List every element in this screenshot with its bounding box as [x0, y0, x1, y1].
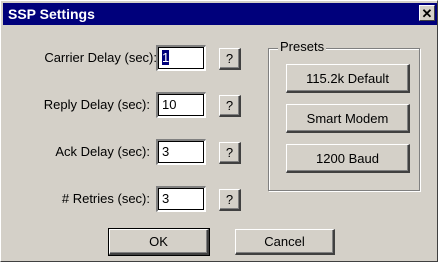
- carrier-delay-field[interactable]: 1: [156, 45, 206, 71]
- window-title: SSP Settings: [8, 6, 95, 22]
- ack-delay-value: 3: [162, 144, 170, 159]
- retries-label: # Retries (sec):: [61, 191, 150, 206]
- reply-delay-field[interactable]: 10: [156, 92, 206, 118]
- ack-delay-help-button[interactable]: ?: [219, 142, 241, 164]
- carrier-delay-label: Carrier Delay (sec):: [44, 50, 157, 65]
- retries-help-button[interactable]: ?: [219, 189, 241, 211]
- reply-delay-help-button[interactable]: ?: [219, 95, 241, 117]
- presets-group-title: Presets: [278, 39, 327, 55]
- preset-115k-default-button[interactable]: 115.2k Default: [286, 64, 410, 93]
- carrier-delay-value: 1: [162, 50, 170, 65]
- close-button[interactable]: ✕: [419, 5, 435, 21]
- preset-1200-baud-button[interactable]: 1200 Baud: [286, 144, 410, 173]
- retries-value: 3: [162, 191, 170, 206]
- ok-button[interactable]: OK: [108, 228, 210, 256]
- ssp-settings-dialog: SSP Settings ✕ Carrier Delay (sec): 1 ? …: [0, 0, 438, 262]
- ack-delay-field[interactable]: 3: [156, 139, 206, 165]
- carrier-delay-help-button[interactable]: ?: [219, 48, 241, 70]
- close-icon: ✕: [421, 5, 433, 21]
- title-bar[interactable]: SSP Settings ✕: [3, 3, 437, 25]
- retries-field[interactable]: 3: [156, 186, 206, 212]
- reply-delay-value: 10: [162, 97, 177, 112]
- preset-smart-modem-button[interactable]: Smart Modem: [286, 104, 410, 133]
- ack-delay-label: Ack Delay (sec):: [55, 144, 150, 159]
- cancel-button[interactable]: Cancel: [235, 229, 335, 255]
- reply-delay-label: Reply Delay (sec):: [43, 97, 150, 112]
